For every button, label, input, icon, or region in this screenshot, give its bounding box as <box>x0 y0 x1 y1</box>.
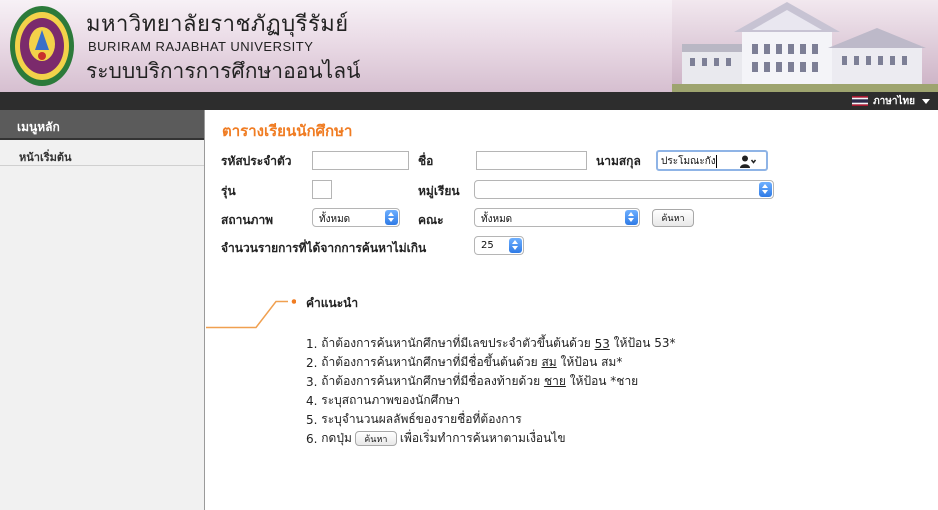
group-label: หมู่เรียน <box>418 184 460 198</box>
guide-title: คำแนะนำ <box>306 296 359 310</box>
select-arrows-icon <box>759 182 772 197</box>
guide-item: 5. ระบุจำนวนผลลัพธ์ของรายชื่อที่ต้องการ <box>306 412 522 427</box>
sidebar-title: เมนูหลัก <box>0 110 204 140</box>
select-arrows-icon <box>509 238 522 253</box>
status-select-value: ทั้งหมด <box>319 214 351 225</box>
first-name-input[interactable] <box>476 151 587 170</box>
university-english-name: BURIRAM RAJABHAT UNIVERSITY <box>88 39 314 54</box>
result-limit-value: 25 <box>481 240 494 251</box>
guide-item: 6. กดปุ่ม ค้นหา เพื่อเริ่มทำการค้นหาตามเงื… <box>306 431 566 446</box>
site-header: มหาวิทยาลัยราชภัฏบุรีรัมย์ BURIRAM RAJAB… <box>0 0 938 92</box>
surname-input[interactable]: ประโมณะกัง <box>656 150 768 171</box>
text-cursor <box>716 155 717 168</box>
first-name-label: ชื่อ <box>418 154 434 168</box>
result-limit-label: จำนวนรายการที่ได้จากการค้นหาไม่เกิน <box>221 241 427 255</box>
faculty-select[interactable]: ทั้งหมด <box>474 208 640 227</box>
status-label: สถานภาพ <box>221 213 274 227</box>
cohort-label: รุ่น <box>221 184 236 198</box>
student-id-input[interactable] <box>312 151 409 170</box>
student-id-label: รหัสประจำตัว <box>221 154 292 168</box>
thai-flag-icon <box>852 96 869 106</box>
guide-item: 2. ถ้าต้องการค้นหานักศึกษาที่มีชื่อขึ้นต… <box>306 355 623 370</box>
main-content: ตารางเรียนนักศึกษา รหัสประจำตัว ชื่อ นาม… <box>206 110 938 510</box>
surname-label: นามสกุล <box>596 154 641 168</box>
guide-list: 1. ถ้าต้องการค้นหานักศึกษาที่มีเลขประจำต… <box>306 334 926 448</box>
chevron-down-icon <box>922 98 930 104</box>
select-arrows-icon <box>385 210 398 225</box>
guide-item: 1. ถ้าต้องการค้นหานักศึกษาที่มีเลขประจำต… <box>306 336 676 351</box>
campus-building-image <box>672 0 938 92</box>
faculty-label: คณะ <box>418 213 444 227</box>
university-thai-name: มหาวิทยาลัยราชภัฏบุรีรัมย์ <box>86 12 349 37</box>
surname-value: ประโมณะกัง <box>661 156 716 167</box>
sidebar: เมนูหลัก หน้าเริ่มต้น <box>0 110 205 510</box>
university-logo-icon <box>10 6 74 86</box>
guide-item: 3. ถ้าต้องการค้นหานักศึกษาที่มีชื่อลงท้า… <box>306 374 639 389</box>
autofill-contact-icon[interactable] <box>740 155 756 168</box>
select-arrows-icon <box>625 210 638 225</box>
search-button[interactable]: ค้นหา <box>652 209 694 227</box>
guide-item: 4. ระบุสถานภาพของนักศึกษา <box>306 393 461 408</box>
page-title: ตารางเรียนนักศึกษา <box>222 122 353 140</box>
guide-search-button[interactable]: ค้นหา <box>354 431 397 446</box>
top-bar: ภาษาไทย <box>0 92 938 110</box>
status-select[interactable]: ทั้งหมด <box>312 208 400 227</box>
language-selector[interactable]: ภาษาไทย <box>852 94 930 108</box>
faculty-select-value: ทั้งหมด <box>481 214 513 225</box>
guide-connector-line <box>206 299 296 329</box>
cohort-input[interactable] <box>312 180 332 199</box>
language-label: ภาษาไทย <box>873 95 915 107</box>
sidebar-item-home[interactable]: หน้าเริ่มต้น <box>0 140 204 166</box>
result-limit-select[interactable]: 25 <box>474 236 524 255</box>
group-select[interactable] <box>474 180 774 199</box>
system-name: ระบบบริการการศึกษาออนไลน์ <box>86 59 361 83</box>
